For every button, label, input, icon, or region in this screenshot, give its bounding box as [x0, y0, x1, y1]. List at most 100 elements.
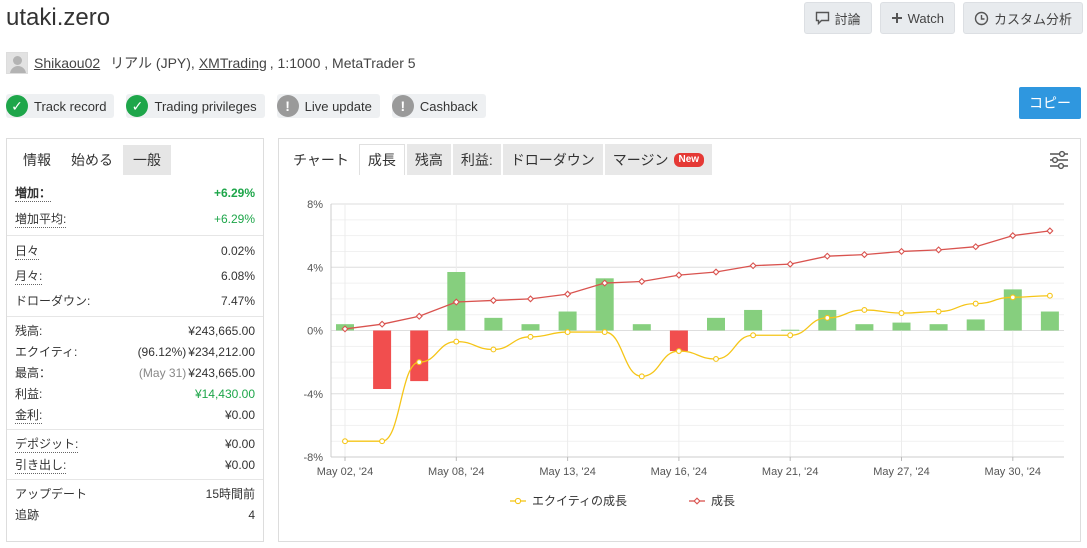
series-point: [378, 320, 386, 328]
series-point: [527, 333, 534, 340]
tab-drawdown[interactable]: ドローダウン: [502, 144, 603, 175]
chart-tabs: チャート 成長 残高 利益: ドローダウン マージン New: [279, 139, 1080, 175]
stat-profit: 利益: ¥14,430.00: [7, 383, 263, 404]
y-tick-label: 0%: [307, 326, 323, 338]
series-point: [898, 310, 905, 317]
y-tick-label: -4%: [303, 389, 323, 401]
y-tick-label: -8%: [303, 452, 323, 464]
stat-value: +6.29%: [213, 185, 255, 200]
tab-balance[interactable]: 残高: [406, 144, 451, 175]
tab-margin[interactable]: マージン New: [604, 144, 713, 175]
stat-value: 7.47%: [220, 293, 255, 308]
bar: [521, 324, 540, 331]
top-actions: 討論 Watch カスタム分析: [803, 2, 1083, 34]
tab-growth[interactable]: 成長: [358, 144, 405, 175]
watch-button[interactable]: Watch: [879, 2, 955, 34]
series-point: [675, 348, 682, 355]
bar: [632, 324, 651, 331]
tab-chart[interactable]: チャート: [285, 144, 357, 175]
stat-highest: 最高： (May 31) ¥243,665.00: [7, 362, 263, 383]
stat-deposits: デポジット: ¥0.00: [7, 433, 263, 454]
series-point: [972, 300, 979, 307]
series-point: [823, 252, 831, 260]
bar: [484, 317, 503, 331]
stat-gain: 増加： +6.29%: [7, 182, 263, 203]
watch-label: Watch: [907, 10, 944, 26]
badge-cashback[interactable]: ! Cashback: [391, 94, 486, 118]
stat-label: デポジット:: [15, 436, 79, 453]
settings-sliders-icon[interactable]: [1048, 149, 1070, 171]
y-tick-label: 4%: [307, 262, 323, 274]
bar: [929, 324, 948, 331]
stat-avg-gain: 増加平均: +6.29%: [7, 208, 263, 229]
bar: [373, 330, 392, 390]
tab-margin-label: マージン: [612, 151, 669, 168]
stat-monthly: 月々: 6.08%: [7, 265, 263, 286]
series-point: [1046, 292, 1053, 299]
series-point: [675, 271, 683, 279]
badge-label: Track record: [34, 98, 107, 114]
series-point: [342, 438, 348, 445]
user-link[interactable]: Shikaou02: [34, 55, 100, 71]
x-tick-label: May 30, '24: [985, 466, 1042, 478]
stat-daily: 日々 0.02%: [7, 240, 263, 261]
stat-value: ¥14,430.00: [194, 386, 255, 401]
series-point: [935, 308, 942, 315]
stats-tabs: 情報 始める 一般: [7, 139, 263, 175]
badge-label: Cashback: [419, 98, 478, 114]
discuss-button[interactable]: 討論: [803, 2, 872, 34]
custom-analysis-button[interactable]: カスタム分析: [962, 2, 1083, 34]
bar: [966, 319, 985, 331]
clock-icon: [974, 11, 989, 25]
tab-start[interactable]: 始める: [61, 145, 123, 175]
bar: [781, 329, 800, 331]
badge-trading-privileges[interactable]: ✓ Trading privileges: [126, 94, 265, 118]
series-point: [860, 250, 869, 259]
series-point: [564, 329, 571, 336]
x-tick-label: May 21, '24: [762, 466, 819, 478]
stat-interest: 金利: ¥0.00: [7, 404, 263, 425]
account-type: リアル (JPY),: [110, 55, 195, 71]
stat-equity: エクイティ: (96.12%) ¥234,212.00: [7, 341, 263, 362]
stat-value: +6.29%: [213, 211, 255, 226]
legend-label: エクイティの成長: [532, 494, 627, 508]
legend-label: 成長: [711, 494, 735, 508]
stat-value: 0.02%: [220, 243, 255, 258]
stat-updated: アップデート 15時間前: [7, 483, 263, 504]
bar: [744, 309, 763, 331]
stat-balance: 残高: ¥243,665.00: [7, 320, 263, 341]
stat-label: 利益:: [15, 387, 43, 401]
stat-withdrawals: 引き出し: ¥0.00: [7, 454, 263, 475]
stat-label: 増加平均:: [15, 211, 67, 228]
stat-value: ¥234,212.00: [188, 344, 255, 359]
stats-panel: 情報 始める 一般 増加： +6.29% 増加平均: +6.29% 日々 0.0…: [6, 138, 264, 542]
series-point: [638, 373, 645, 380]
badge-track-record[interactable]: ✓ Track record: [6, 94, 115, 118]
stat-value: ¥243,665.00: [188, 323, 255, 338]
divider: [7, 235, 263, 236]
broker-link[interactable]: XMTrading: [199, 55, 267, 71]
tab-info[interactable]: 情報: [13, 145, 61, 175]
copy-button[interactable]: コピー: [1019, 87, 1081, 119]
new-badge: New: [673, 152, 705, 167]
x-tick-label: May 13, '24: [539, 466, 596, 478]
series-point: [750, 332, 757, 339]
stat-label: 日々: [15, 243, 40, 260]
y-tick-label: 8%: [307, 199, 323, 211]
tab-profit[interactable]: 利益:: [452, 144, 501, 175]
tab-general[interactable]: 一般: [123, 145, 171, 175]
legend-marker: [693, 497, 701, 505]
stat-label: ドローダウン:: [15, 294, 91, 308]
series-point: [416, 359, 423, 366]
stat-label: 追跡: [15, 508, 40, 522]
series-point: [453, 338, 460, 345]
growth-chart: 8% 4% 0% -4% -8% May 02, '24 May 08, '24 May 13…: [303, 199, 1064, 508]
legend-marker: [514, 497, 522, 505]
badge-label: Trading privileges: [154, 98, 257, 114]
series-point: [972, 243, 980, 251]
avatar: [6, 52, 28, 74]
x-tick-label: May 02, '24: [317, 466, 374, 478]
stat-label: エクイティ:: [15, 345, 78, 359]
badge-live-update[interactable]: ! Live update: [276, 94, 380, 118]
badge-label: Live update: [304, 98, 372, 114]
